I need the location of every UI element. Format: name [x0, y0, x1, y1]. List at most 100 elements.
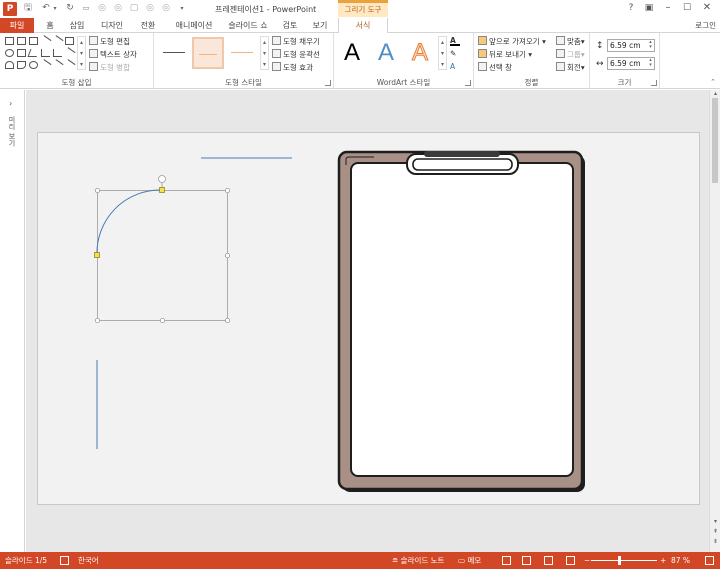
edit-shape-button[interactable]: 도형 편집 — [89, 36, 130, 47]
slide-canvas[interactable] — [37, 132, 700, 505]
scroll-up-icon[interactable]: ▴ — [711, 90, 720, 98]
line-shape-icon[interactable] — [39, 59, 52, 71]
close-icon[interactable]: ✕ — [699, 2, 715, 15]
selected-arc-shape[interactable] — [94, 175, 231, 324]
shape-style-preset[interactable] — [192, 37, 224, 69]
bring-forward-button[interactable]: 앞으로 가져오기 ▾ — [478, 36, 546, 47]
rectangle-shape-icon[interactable] — [65, 37, 74, 45]
tab-file[interactable]: 파일 — [0, 18, 34, 33]
group-button[interactable]: 그룹▾ — [556, 49, 585, 60]
triangle-shape-icon[interactable] — [27, 49, 40, 57]
line-shape-icon[interactable] — [63, 59, 76, 71]
language-indicator[interactable]: 한국어 — [78, 552, 99, 569]
tab-transitions[interactable]: 전환 — [136, 18, 160, 33]
zoom-level[interactable]: 87 % — [671, 552, 690, 569]
wordart-style-plain[interactable]: A — [336, 36, 368, 70]
shape-icon[interactable]: ▢ — [128, 2, 140, 15]
customize-qat-icon[interactable]: ▾ — [176, 2, 188, 15]
chevron-right-icon[interactable]: › — [9, 99, 12, 108]
resize-handle[interactable] — [94, 317, 101, 324]
previous-slide-icon[interactable]: ⇞ — [711, 528, 720, 536]
shape-icon[interactable]: ◎ — [160, 2, 172, 15]
tab-review[interactable]: 검토 — [278, 18, 302, 33]
tab-view[interactable]: 보기 — [308, 18, 332, 33]
align-button[interactable]: 맞춤▾ — [556, 36, 585, 47]
tab-design[interactable]: 디자인 — [98, 18, 126, 33]
shape-fill-button[interactable]: 도형 채우기 — [272, 36, 320, 47]
dialog-launcher-icon[interactable] — [325, 80, 331, 86]
shape-effects-button[interactable]: 도형 효과 — [272, 62, 313, 73]
vertical-scrollbar[interactable]: ▴ ▾ ⇞ ⇟ — [709, 90, 720, 552]
send-backward-button[interactable]: 뒤로 보내기 ▾ — [478, 49, 532, 60]
resize-handle[interactable] — [224, 187, 231, 194]
comments-button[interactable]: ▭ 메모 — [458, 552, 481, 569]
shape-style-preset[interactable] — [226, 37, 258, 69]
shape-styles-gallery-scroll[interactable]: ▴ ▾ ▾ — [260, 36, 269, 70]
arrow-shape-icon[interactable] — [17, 61, 26, 69]
adjust-handle[interactable] — [159, 187, 165, 193]
maximize-icon[interactable]: ☐ — [679, 2, 695, 15]
paper-sheet[interactable] — [350, 162, 574, 477]
resize-handle[interactable] — [159, 317, 166, 324]
selection-pane-button[interactable]: 선택 창 — [478, 62, 512, 73]
dialog-launcher-icon[interactable] — [651, 80, 657, 86]
arc-line[interactable] — [96, 189, 162, 256]
rectangle-shape-icon[interactable] — [17, 37, 26, 45]
undo-dropdown-icon[interactable]: ▾ — [52, 2, 58, 15]
shape-height-field[interactable]: 6.59 cm ▴ ▾ — [607, 39, 655, 52]
tab-insert[interactable]: 삽입 — [64, 18, 90, 33]
spinner-icon[interactable]: ▴ ▾ — [647, 40, 654, 51]
shape-icon[interactable]: ◎ — [144, 2, 156, 15]
line-shape-icon[interactable] — [39, 35, 52, 47]
merge-shapes-button[interactable]: 도형 병합 — [89, 62, 130, 73]
rotate-button[interactable]: 회전▾ — [556, 62, 585, 73]
text-effects-icon[interactable]: A — [450, 61, 455, 72]
help-icon[interactable]: ? — [623, 2, 639, 15]
dialog-launcher-icon[interactable] — [465, 80, 471, 86]
text-fill-icon[interactable]: A — [450, 35, 460, 46]
wordart-style-blue[interactable]: A — [370, 36, 402, 70]
arrow-shape-icon[interactable] — [51, 35, 64, 47]
arc-shape-icon[interactable] — [5, 61, 14, 69]
shape-width-field[interactable]: 6.59 cm ▴ ▾ — [607, 57, 655, 70]
resize-handle[interactable] — [94, 187, 101, 194]
ribbon-display-options-icon[interactable]: ▣ — [641, 2, 657, 15]
undo-icon[interactable]: ↶ — [40, 2, 52, 15]
clipboard-illustration[interactable] — [337, 150, 585, 492]
slide-sorter-icon[interactable] — [522, 556, 531, 565]
wordart-style-orange-outline[interactable]: A — [404, 36, 436, 70]
line-shape-icon[interactable] — [51, 59, 64, 71]
redo-icon[interactable]: ↻ — [64, 2, 76, 15]
scroll-down-icon[interactable]: ▾ — [711, 518, 720, 526]
rectangle-shape-icon[interactable] — [17, 49, 26, 57]
shape-outline-button[interactable]: 도형 윤곽선 — [272, 49, 320, 60]
zoom-in-icon[interactable]: + — [660, 552, 666, 569]
start-from-beginning-icon[interactable]: ▭ — [80, 2, 92, 15]
adjust-handle[interactable] — [94, 252, 100, 258]
shape-style-preset[interactable] — [158, 37, 190, 69]
text-outline-icon[interactable]: ✎ — [450, 48, 456, 59]
spinner-icon[interactable]: ▴ ▾ — [647, 58, 654, 69]
zoom-slider[interactable] — [591, 560, 657, 561]
resize-handle[interactable] — [224, 252, 231, 259]
wordart-gallery-scroll[interactable]: ▴ ▾ ▾ — [438, 36, 447, 70]
freeform-shape-icon[interactable] — [29, 61, 38, 69]
fit-slide-icon[interactable] — [705, 556, 714, 565]
rectangle-shape-icon[interactable] — [5, 37, 14, 45]
collapse-ribbon-icon[interactable]: ⌃ — [710, 78, 716, 86]
reading-view-icon[interactable] — [544, 556, 553, 565]
tab-format[interactable]: 서식 — [338, 18, 388, 34]
text-box-shape-icon[interactable] — [29, 37, 38, 45]
save-icon[interactable]: 🖫 — [22, 2, 34, 15]
curve-shape-icon[interactable] — [63, 47, 76, 59]
tab-animations[interactable]: 애니메이션 — [168, 18, 220, 33]
zoom-out-icon[interactable]: − — [584, 552, 590, 569]
normal-view-icon[interactable] — [502, 556, 511, 565]
resize-handle[interactable] — [224, 317, 231, 324]
sign-in-link[interactable]: 로그인 — [695, 18, 716, 33]
oval-shape-icon[interactable] — [5, 49, 14, 57]
connector-shape-icon[interactable] — [53, 49, 62, 57]
text-box-button[interactable]: 텍스트 상자 — [89, 49, 137, 60]
powerpoint-icon[interactable]: P — [3, 2, 17, 16]
slide-show-icon[interactable] — [566, 556, 575, 565]
